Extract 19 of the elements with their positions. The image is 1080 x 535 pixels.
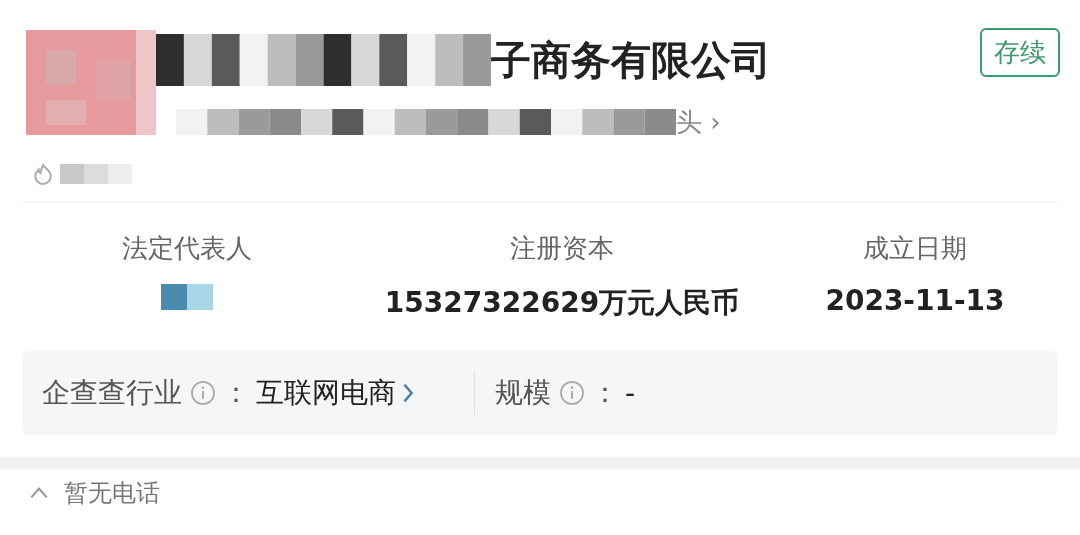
colon: ：: [222, 375, 250, 411]
info-value[interactable]: 互联网电商: [256, 374, 396, 412]
info-icon[interactable]: [559, 380, 585, 406]
info-value: -: [625, 376, 636, 410]
info-label: 企查查行业: [42, 375, 182, 411]
contact-text: 暂无电话: [64, 478, 160, 509]
chevron-icon[interactable]: [402, 382, 414, 404]
company-link[interactable]: 头 ›: [676, 104, 721, 140]
flame-icon: [32, 163, 54, 185]
stat-label: 成立日期: [863, 232, 967, 265]
info-icon[interactable]: [190, 380, 216, 406]
stat-value: 2023-11-13: [825, 284, 1005, 317]
stat-value: 15327322629万元人民币: [384, 285, 740, 321]
info-label: 规模: [495, 375, 551, 411]
stat-label: 法定代表人: [122, 232, 252, 265]
stat-label: 注册资本: [510, 232, 614, 265]
status-badge: 存续: [980, 28, 1060, 77]
colon: ：: [591, 375, 619, 411]
company-name: 子商务有限公司: [491, 35, 771, 85]
